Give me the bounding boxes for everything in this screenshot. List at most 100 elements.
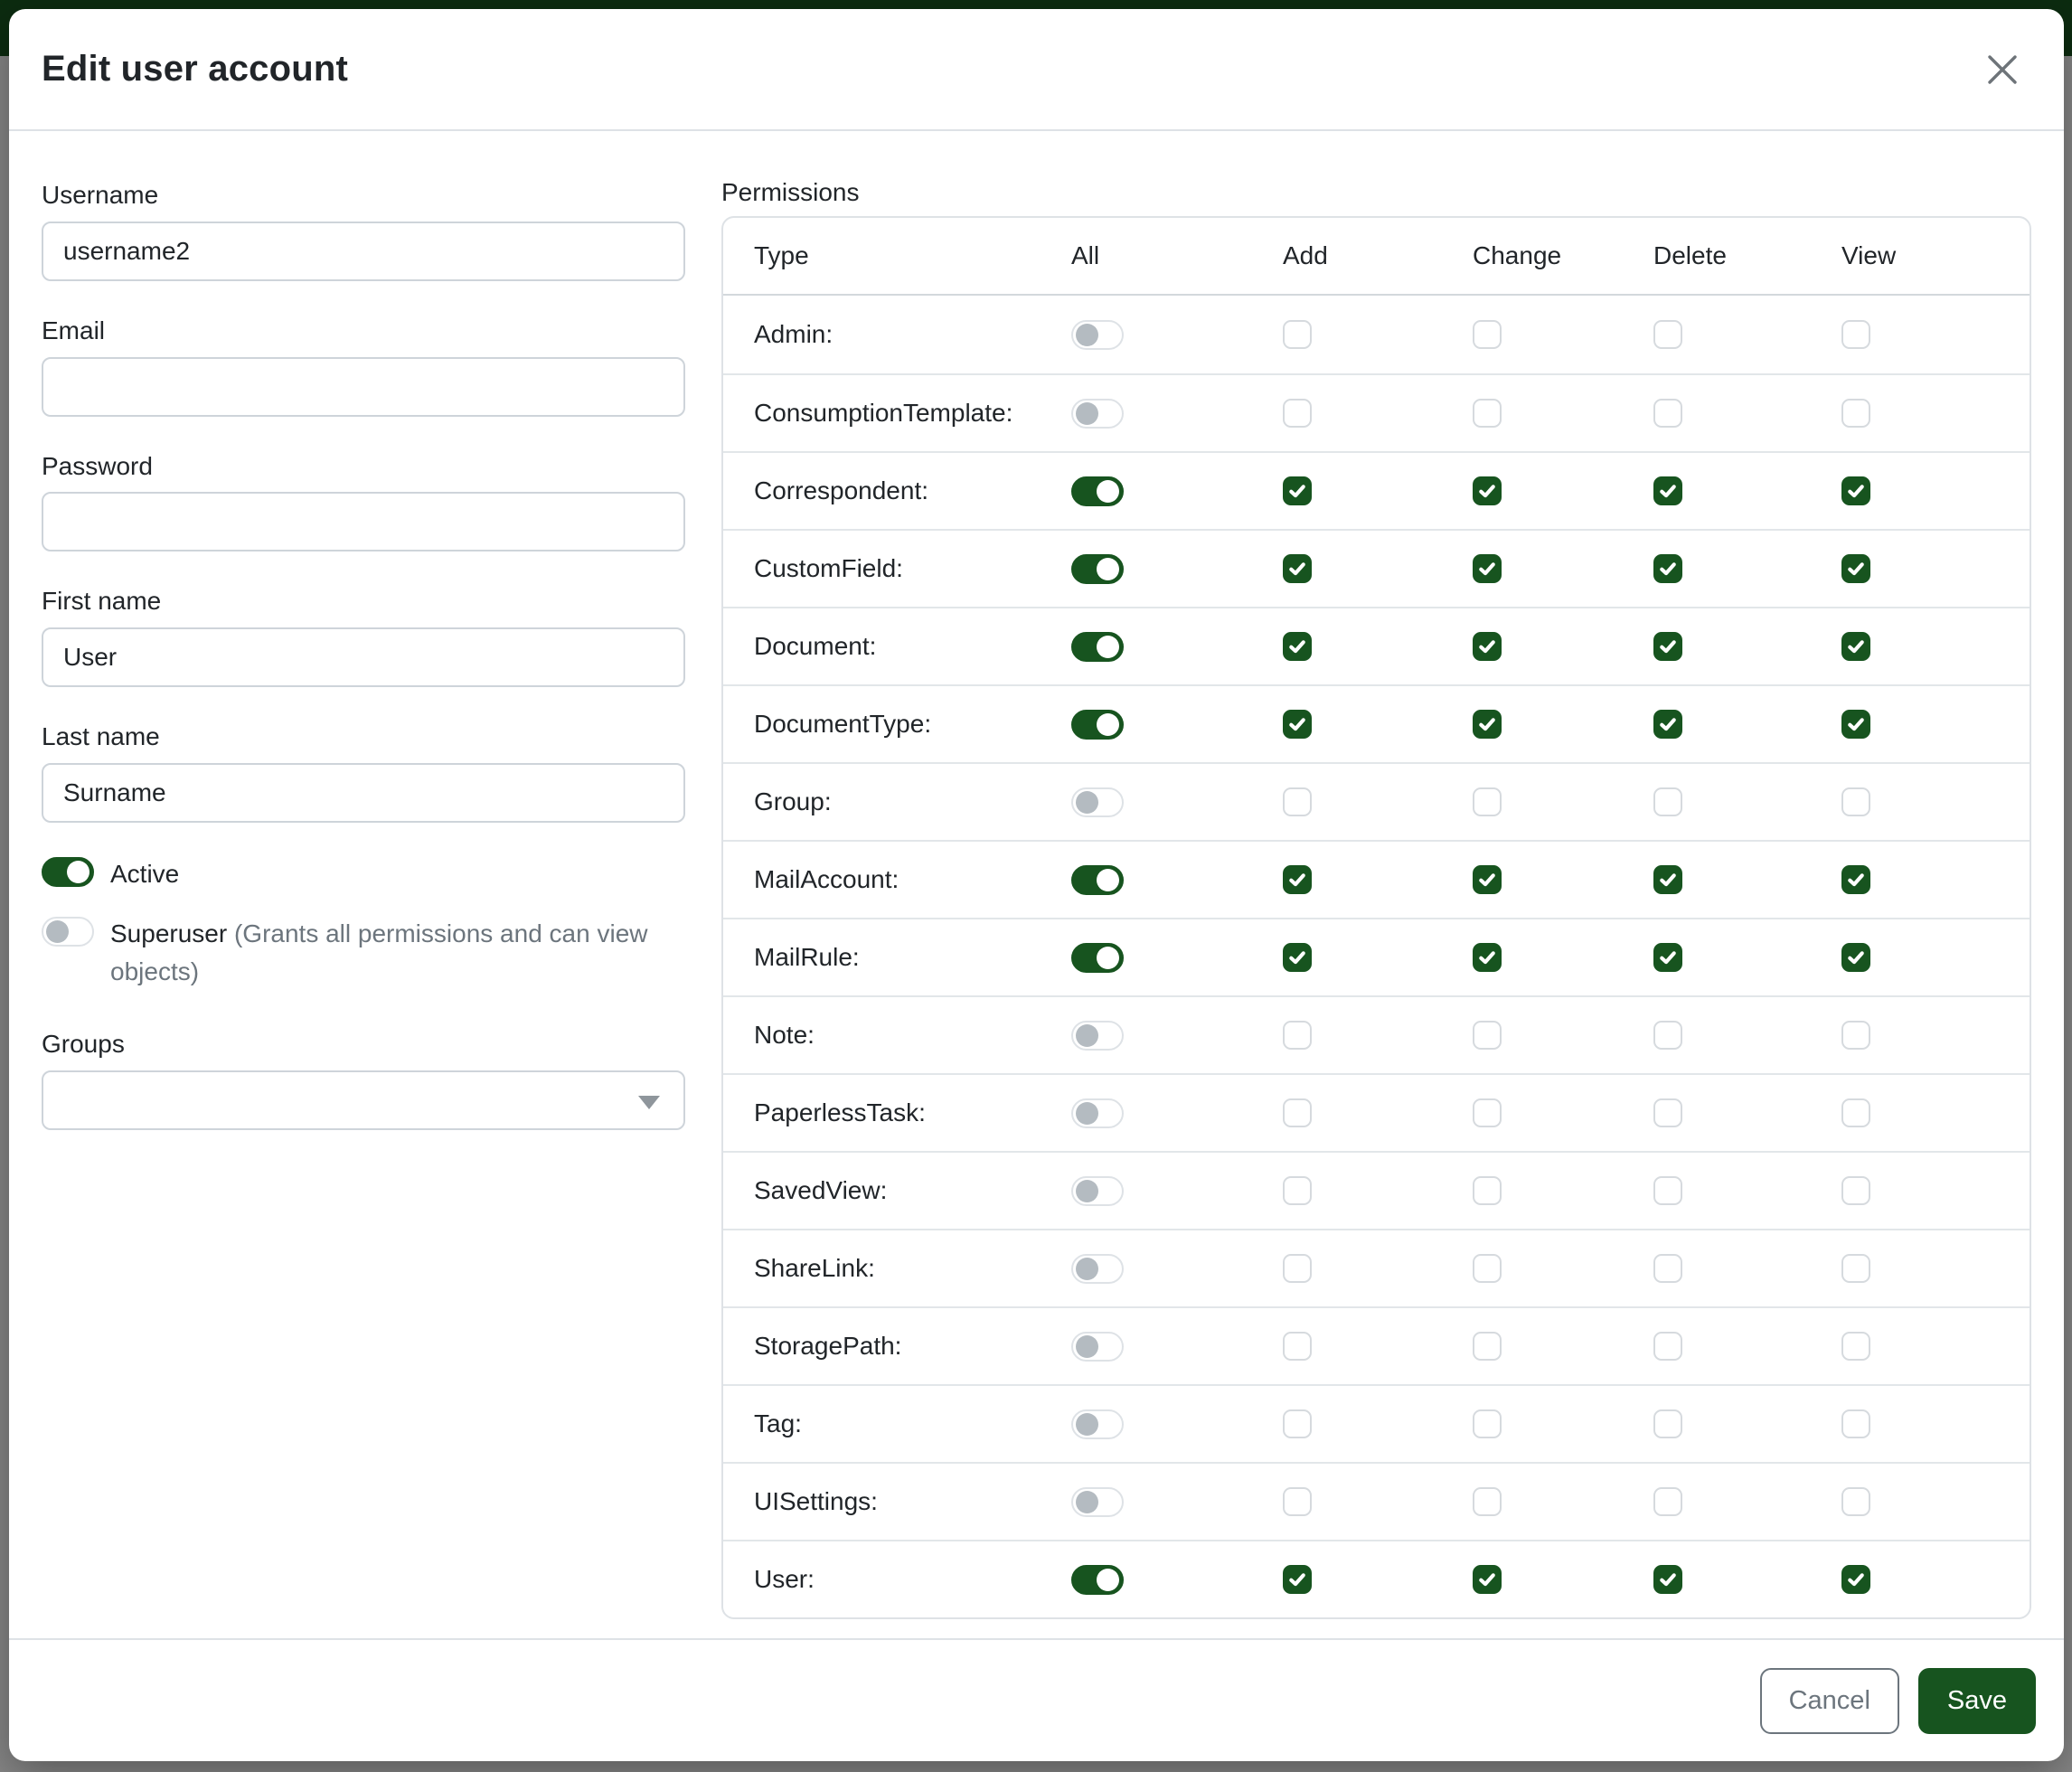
permission-add-checkbox[interactable]: [1283, 1332, 1312, 1361]
permission-change-checkbox[interactable]: [1473, 399, 1502, 428]
permission-all-toggle[interactable]: [1071, 787, 1124, 817]
permission-add-checkbox[interactable]: [1283, 1098, 1312, 1127]
permission-delete-checkbox[interactable]: [1653, 787, 1682, 816]
permission-all-toggle[interactable]: [1071, 1021, 1124, 1051]
permission-all-toggle[interactable]: [1071, 943, 1124, 973]
permission-delete-checkbox[interactable]: [1653, 320, 1682, 349]
permission-add-checkbox[interactable]: [1283, 1176, 1312, 1205]
permission-all-toggle[interactable]: [1071, 1098, 1124, 1128]
permission-delete-checkbox[interactable]: [1653, 1487, 1682, 1516]
permission-all-toggle[interactable]: [1071, 1176, 1124, 1206]
permission-add-checkbox[interactable]: [1283, 1565, 1312, 1594]
permission-view-checkbox[interactable]: [1841, 1098, 1870, 1127]
permission-change-checkbox[interactable]: [1473, 1021, 1502, 1050]
permission-delete-checkbox[interactable]: [1653, 1098, 1682, 1127]
permission-change-checkbox[interactable]: [1473, 1332, 1502, 1361]
permission-delete-checkbox[interactable]: [1653, 1332, 1682, 1361]
permission-add-checkbox[interactable]: [1283, 476, 1312, 505]
close-button[interactable]: [1977, 44, 2028, 95]
first-name-input[interactable]: [42, 627, 685, 687]
permission-change-checkbox[interactable]: [1473, 1098, 1502, 1127]
permission-view-checkbox[interactable]: [1841, 787, 1870, 816]
permission-change-checkbox[interactable]: [1473, 943, 1502, 972]
permission-add-checkbox[interactable]: [1283, 943, 1312, 972]
permission-delete-checkbox[interactable]: [1653, 1021, 1682, 1050]
permission-add-checkbox[interactable]: [1283, 1021, 1312, 1050]
permission-view-checkbox[interactable]: [1841, 632, 1870, 661]
edit-user-modal: Edit user account Username Email Passwor…: [9, 9, 2064, 1761]
permission-all-toggle[interactable]: [1071, 1565, 1124, 1595]
permission-delete-checkbox[interactable]: [1653, 1176, 1682, 1205]
permission-add-checkbox[interactable]: [1283, 710, 1312, 739]
active-toggle[interactable]: [42, 857, 94, 887]
permission-all-toggle[interactable]: [1071, 320, 1124, 350]
permission-view-checkbox[interactable]: [1841, 865, 1870, 894]
permission-all-toggle[interactable]: [1071, 399, 1124, 429]
permission-view-checkbox[interactable]: [1841, 1487, 1870, 1516]
email-input[interactable]: [42, 357, 685, 417]
permission-add-checkbox[interactable]: [1283, 554, 1312, 583]
permission-all-toggle[interactable]: [1071, 710, 1124, 740]
permission-all-toggle[interactable]: [1071, 1409, 1124, 1439]
password-input[interactable]: [42, 492, 685, 551]
permission-change-checkbox[interactable]: [1473, 1565, 1502, 1594]
toggle-knob: [1076, 791, 1098, 814]
permission-all-toggle[interactable]: [1071, 554, 1124, 584]
permission-change-checkbox[interactable]: [1473, 554, 1502, 583]
permission-delete-checkbox[interactable]: [1653, 1254, 1682, 1283]
permission-view-checkbox[interactable]: [1841, 710, 1870, 739]
groups-select[interactable]: [42, 1070, 685, 1130]
permission-delete-checkbox[interactable]: [1653, 476, 1682, 505]
permission-change-checkbox[interactable]: [1473, 787, 1502, 816]
permission-delete-checkbox[interactable]: [1653, 554, 1682, 583]
permission-delete-checkbox[interactable]: [1653, 1565, 1682, 1594]
last-name-input[interactable]: [42, 763, 685, 823]
permission-change-checkbox[interactable]: [1473, 320, 1502, 349]
permission-change-checkbox[interactable]: [1473, 476, 1502, 505]
permission-add-checkbox[interactable]: [1283, 1409, 1312, 1438]
permission-view-checkbox[interactable]: [1841, 1565, 1870, 1594]
permission-delete-checkbox[interactable]: [1653, 1409, 1682, 1438]
permission-delete-checkbox[interactable]: [1653, 865, 1682, 894]
permission-add-checkbox[interactable]: [1283, 320, 1312, 349]
modal-header: Edit user account: [9, 9, 2064, 131]
permission-add-checkbox[interactable]: [1283, 632, 1312, 661]
permission-change-checkbox[interactable]: [1473, 865, 1502, 894]
modal-body: Username Email Password First name Last …: [9, 131, 2064, 1638]
cancel-button[interactable]: Cancel: [1760, 1668, 1899, 1734]
permission-view-checkbox[interactable]: [1841, 1021, 1870, 1050]
permission-all-toggle[interactable]: [1071, 476, 1124, 506]
permission-view-checkbox[interactable]: [1841, 554, 1870, 583]
permission-view-checkbox[interactable]: [1841, 1254, 1870, 1283]
permission-add-checkbox[interactable]: [1283, 1254, 1312, 1283]
permission-change-checkbox[interactable]: [1473, 710, 1502, 739]
superuser-toggle[interactable]: [42, 917, 94, 947]
permission-view-checkbox[interactable]: [1841, 1176, 1870, 1205]
permission-change-checkbox[interactable]: [1473, 632, 1502, 661]
permission-add-checkbox[interactable]: [1283, 787, 1312, 816]
save-button[interactable]: Save: [1918, 1668, 2036, 1734]
username-input[interactable]: [42, 222, 685, 281]
permission-all-toggle[interactable]: [1071, 1487, 1124, 1517]
permission-delete-checkbox[interactable]: [1653, 399, 1682, 428]
permission-all-toggle[interactable]: [1071, 865, 1124, 895]
permission-add-checkbox[interactable]: [1283, 865, 1312, 894]
permission-view-checkbox[interactable]: [1841, 320, 1870, 349]
permission-change-checkbox[interactable]: [1473, 1176, 1502, 1205]
permission-change-checkbox[interactable]: [1473, 1487, 1502, 1516]
permission-view-checkbox[interactable]: [1841, 1409, 1870, 1438]
permission-delete-checkbox[interactable]: [1653, 710, 1682, 739]
permission-delete-checkbox[interactable]: [1653, 943, 1682, 972]
permission-view-checkbox[interactable]: [1841, 399, 1870, 428]
permission-delete-checkbox[interactable]: [1653, 632, 1682, 661]
permission-view-checkbox[interactable]: [1841, 943, 1870, 972]
permission-all-toggle[interactable]: [1071, 632, 1124, 662]
permission-all-toggle[interactable]: [1071, 1332, 1124, 1362]
permission-view-checkbox[interactable]: [1841, 476, 1870, 505]
permission-change-checkbox[interactable]: [1473, 1254, 1502, 1283]
permission-change-checkbox[interactable]: [1473, 1409, 1502, 1438]
permission-view-checkbox[interactable]: [1841, 1332, 1870, 1361]
permission-all-toggle[interactable]: [1071, 1254, 1124, 1284]
permission-add-checkbox[interactable]: [1283, 1487, 1312, 1516]
permission-add-checkbox[interactable]: [1283, 399, 1312, 428]
